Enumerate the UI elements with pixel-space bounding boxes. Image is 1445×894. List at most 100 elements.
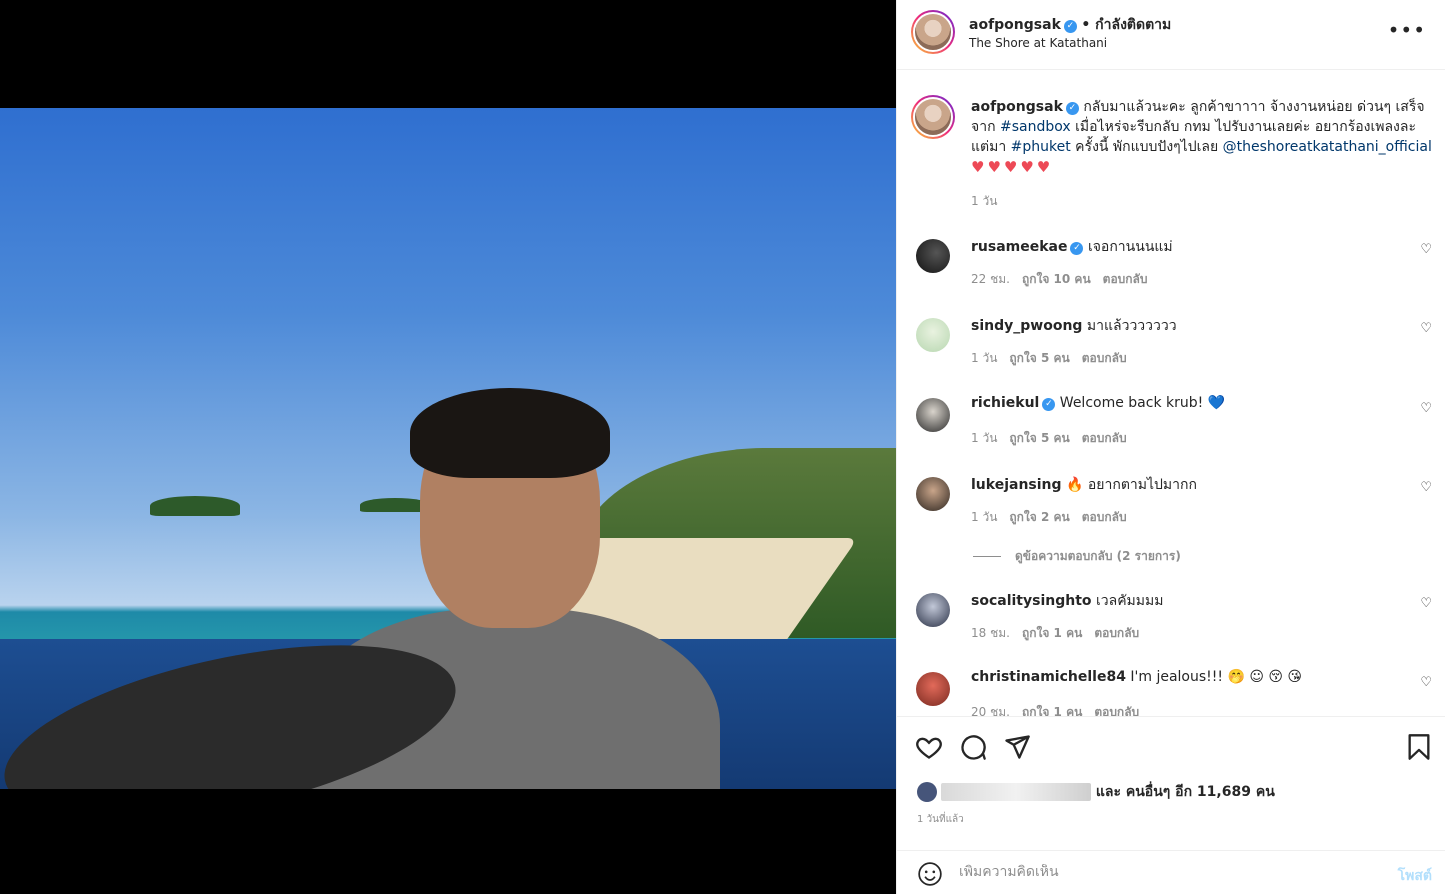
action-bar: [897, 716, 1445, 774]
reply-button[interactable]: ตอบกลับ: [1094, 626, 1139, 640]
media-area: [0, 0, 896, 894]
comment-time[interactable]: 20 ชม.: [971, 705, 1010, 716]
comments-scroll-area[interactable]: aofpongsak ✓ กลับมาแล้วนะคะ ลูกค้าขาาาา จ…: [897, 71, 1445, 716]
location-link[interactable]: The Shore at Katathani: [969, 36, 1107, 50]
author-line: aofpongsak ✓ • กำลังติดตาม: [969, 14, 1171, 36]
comment-text: I'm jealous!!! 🤭 ☺ 😚 😘: [1130, 669, 1303, 685]
comment-username[interactable]: rusameekae: [971, 239, 1067, 255]
comment-time[interactable]: 1 วัน: [971, 351, 997, 365]
comment-time[interactable]: 1 วัน: [971, 510, 997, 524]
comment-time[interactable]: 1 วัน: [971, 431, 997, 445]
verified-icon: ✓: [1065, 102, 1079, 115]
comment-input[interactable]: [959, 864, 1359, 880]
commenter-avatar[interactable]: [916, 672, 950, 706]
commenter-avatar[interactable]: [916, 239, 950, 273]
commenter-avatar[interactable]: [916, 593, 950, 627]
reply-button[interactable]: ตอบกลับ: [1082, 351, 1127, 365]
liker-avatar: [917, 782, 937, 802]
verified-icon: ✓: [1070, 242, 1084, 255]
post-photo[interactable]: [0, 108, 896, 789]
view-replies-label: ดูข้อความตอบกลับ (2 รายการ): [1015, 549, 1181, 563]
comment: christinamichelle84 I'm jealous!!! 🤭 ☺ 😚…: [897, 669, 1445, 716]
comment-meta: 1 วัน ถูกใจ 5 คน ตอบกลับ: [971, 429, 1127, 448]
comment-text: เจอกานนนแม่: [1087, 239, 1173, 255]
reply-button[interactable]: ตอบกลับ: [1082, 431, 1127, 445]
person-selfie: [0, 388, 720, 789]
heart-emojis: ♥♥♥♥♥: [971, 158, 1054, 176]
posted-time[interactable]: 1 วันที่แล้ว: [917, 812, 964, 827]
comment: richiekul ✓ Welcome back krub! 💙 1 วัน ถูก…: [897, 395, 1445, 465]
comment-text: มาแล้ววววววว: [1086, 318, 1177, 334]
comment-likes[interactable]: ถูกใจ 5 คน: [1009, 351, 1069, 365]
comment-meta: 1 วัน ถูกใจ 5 คน ตอบกลับ: [971, 349, 1127, 368]
likes-count[interactable]: และ คนอื่นๆ อีก 11,689 คน: [1091, 784, 1275, 800]
verified-icon: ✓: [1063, 20, 1077, 33]
commenter-avatar[interactable]: [916, 318, 950, 352]
commenter-avatar[interactable]: [916, 398, 950, 432]
comment-likes[interactable]: ถูกใจ 2 คน: [1009, 510, 1069, 524]
comment-body: lukejansing 🔥 อยากตามไปมากก: [971, 474, 1401, 496]
comment-likes[interactable]: ถูกใจ 5 คน: [1009, 431, 1069, 445]
bookmark-icon[interactable]: [1405, 733, 1433, 761]
divider-line: [973, 556, 1001, 557]
post-side-panel: aofpongsak ✓ • กำลังติดตาม The Shore at K…: [896, 0, 1445, 894]
comment-time[interactable]: 22 ชม.: [971, 272, 1010, 286]
comment-body: richiekul ✓ Welcome back krub! 💙: [971, 395, 1401, 411]
reply-button[interactable]: ตอบกลับ: [1082, 510, 1127, 524]
comment-likes[interactable]: ถูกใจ 10 คน: [1022, 272, 1091, 286]
comment-bubble-icon[interactable]: [959, 733, 987, 761]
likes-summary[interactable]: และ คนอื่นๆ อีก 11,689 คน: [917, 781, 1275, 803]
following-status[interactable]: • กำลังติดตาม: [1081, 17, 1171, 33]
heart-outline-icon[interactable]: ♡: [1420, 480, 1432, 495]
comment-text: เวลคัมมมม: [1095, 593, 1164, 609]
author-avatar[interactable]: [911, 10, 955, 54]
heart-outline-icon[interactable]: ♡: [1420, 321, 1432, 336]
share-paper-plane-icon[interactable]: [1003, 733, 1031, 761]
comment-meta: 1 วัน ถูกใจ 2 คน ตอบกลับ: [971, 508, 1127, 527]
caption-time[interactable]: 1 วัน: [971, 191, 1433, 211]
reply-button[interactable]: ตอบกลับ: [1094, 705, 1139, 716]
comment-username[interactable]: socalitysinghto: [971, 593, 1092, 609]
comment-username[interactable]: richiekul: [971, 395, 1039, 411]
instagram-post-view: aofpongsak ✓ • กำลังติดตาม The Shore at K…: [0, 0, 1445, 894]
emoji-smiley-icon[interactable]: [917, 861, 943, 887]
comment-body: socalitysinghto เวลคัมมมม: [971, 590, 1401, 612]
heart-outline-icon[interactable]: ♡: [1420, 675, 1432, 690]
comment-body: rusameekae ✓ เจอกานนนแม่: [971, 236, 1401, 258]
caption-username[interactable]: aofpongsak: [971, 99, 1063, 115]
more-options-icon[interactable]: •••: [1388, 20, 1426, 40]
comment-meta: 22 ชม. ถูกใจ 10 คน ตอบกลับ: [971, 270, 1148, 289]
comment-username[interactable]: sindy_pwoong: [971, 318, 1082, 334]
comment-likes[interactable]: ถูกใจ 1 คน: [1022, 705, 1082, 716]
view-replies-link[interactable]: ดูข้อความตอบกลับ (2 รายการ): [973, 547, 1181, 566]
reply-button[interactable]: ตอบกลับ: [1103, 272, 1148, 286]
heart-outline-icon[interactable]: ♡: [1420, 401, 1432, 416]
heart-outline-icon[interactable]: ♡: [1420, 242, 1432, 257]
comment-username[interactable]: lukejansing: [971, 477, 1062, 493]
hashtag-sandbox[interactable]: #sandbox: [1000, 119, 1071, 135]
commenter-avatar[interactable]: [916, 477, 950, 511]
comment: socalitysinghto เวลคัมมมม 18 ชม. ถูกใจ 1 …: [897, 590, 1445, 660]
comment-likes[interactable]: ถูกใจ 1 คน: [1022, 626, 1082, 640]
comment-body: sindy_pwoong มาแล้ววววววว: [971, 315, 1401, 337]
comment-text: Welcome back krub! 💙: [1059, 395, 1226, 411]
caption: aofpongsak ✓ กลับมาแล้วนะคะ ลูกค้าขาาาา จ…: [971, 97, 1433, 211]
comment-meta: 20 ชม. ถูกใจ 1 คน ตอบกลับ: [971, 703, 1139, 716]
verified-icon: ✓: [1042, 398, 1056, 411]
comment: sindy_pwoong มาแล้ววววววว 1 วัน ถูกใจ 5 ค…: [897, 315, 1445, 385]
caption-avatar[interactable]: [911, 95, 955, 139]
hashtag-phuket[interactable]: #phuket: [1011, 139, 1071, 155]
post-header: aofpongsak ✓ • กำลังติดตาม The Shore at K…: [897, 0, 1445, 70]
like-heart-icon[interactable]: [915, 733, 943, 761]
add-comment-bar: โพสต์: [897, 850, 1445, 894]
comment-time[interactable]: 18 ชม.: [971, 626, 1010, 640]
author-username[interactable]: aofpongsak: [969, 17, 1061, 33]
post-comment-button[interactable]: โพสต์: [1398, 865, 1432, 887]
island: [150, 496, 240, 516]
blurred-liker-name: [941, 783, 1091, 801]
comment-body: christinamichelle84 I'm jealous!!! 🤭 ☺ 😚…: [971, 669, 1401, 685]
comment-username[interactable]: christinamichelle84: [971, 669, 1126, 685]
hair: [410, 388, 610, 478]
heart-outline-icon[interactable]: ♡: [1420, 596, 1432, 611]
mention-link[interactable]: @theshoreatkatathani_official: [1223, 139, 1432, 155]
